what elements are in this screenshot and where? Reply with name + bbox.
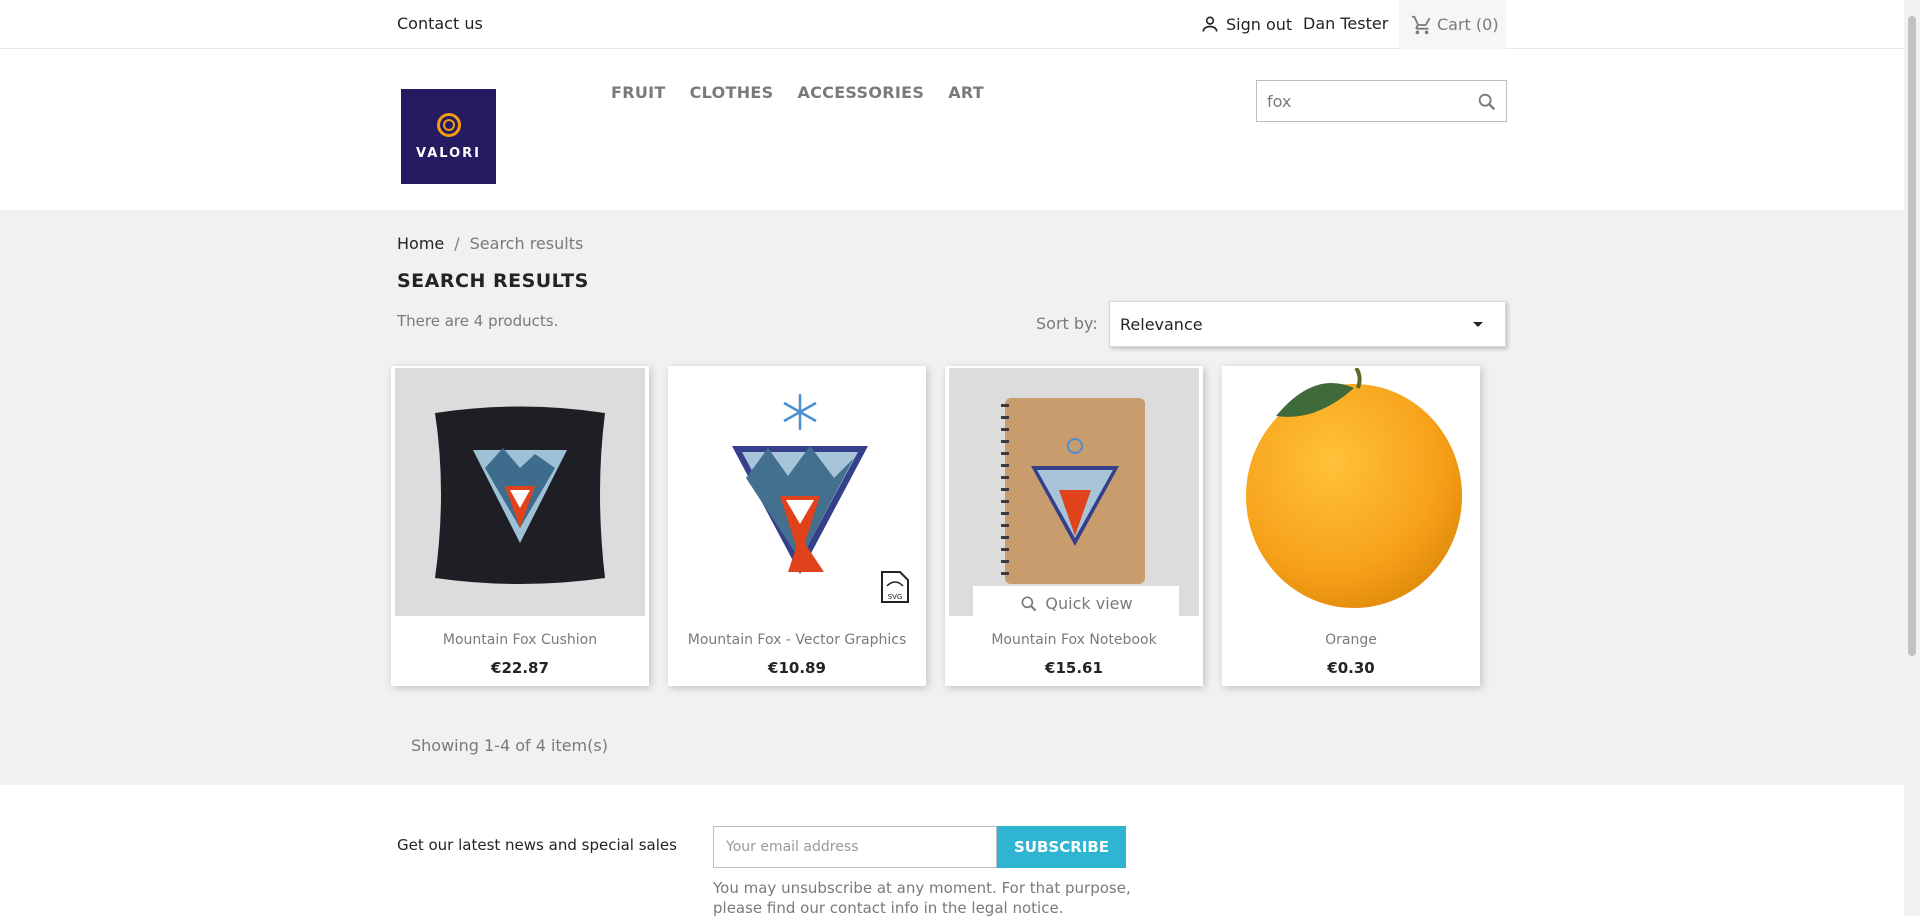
menu-item-fruit[interactable]: FRUIT [611, 83, 666, 102]
product-list: Mountain Fox Cushion €22.87 SVG Mountain… [391, 366, 1480, 686]
subscribe-button[interactable]: SUBSCRIBE [997, 826, 1126, 868]
product-price: €15.61 [1045, 659, 1103, 677]
product-image-notebook[interactable]: Quick view [949, 368, 1199, 616]
svg-text:SVG: SVG [888, 593, 903, 601]
logo-mark-icon [436, 112, 461, 137]
breadcrumb: Home / Search results [397, 234, 583, 253]
sign-out-link[interactable]: Sign out [1200, 14, 1292, 34]
top-bar: Contact us Sign out Dan Tester Cart (0) [0, 0, 1904, 49]
scrollbar-thumb[interactable] [1908, 16, 1916, 656]
sort-selected-value: Relevance [1120, 314, 1203, 334]
user-icon [1202, 16, 1218, 32]
contact-us-link[interactable]: Contact us [397, 14, 483, 33]
quick-view-label: Quick view [1045, 594, 1133, 613]
newsletter-heading: Get our latest news and special sales [397, 836, 677, 854]
search-icon [1021, 596, 1037, 611]
quick-view-button[interactable]: Quick view [973, 586, 1179, 616]
menu-item-clothes[interactable]: CLOTHES [690, 83, 774, 102]
search-input[interactable] [1257, 81, 1457, 121]
product-card[interactable]: SVG Mountain Fox - Vector Graphics €10.8… [668, 366, 926, 686]
site-header: VALORI FRUIT CLOTHES ACCESSORIES ART [0, 49, 1904, 210]
unsubscribe-note: You may unsubscribe at any moment. For t… [713, 879, 1131, 916]
product-name[interactable]: Mountain Fox Cushion [391, 632, 649, 648]
pagination-summary: Showing 1-4 of 4 item(s) [411, 736, 608, 755]
account-name-link[interactable]: Dan Tester [1303, 14, 1388, 33]
product-name[interactable]: Mountain Fox Notebook [945, 632, 1203, 648]
product-price: €10.89 [768, 659, 826, 677]
product-image-vector-graphics[interactable]: SVG [672, 368, 922, 616]
menu-item-accessories[interactable]: ACCESSORIES [797, 83, 924, 102]
breadcrumb-current: Search results [469, 234, 584, 253]
product-image-orange[interactable] [1226, 368, 1476, 616]
product-price: €0.30 [1327, 659, 1375, 677]
logo-text: VALORI [416, 145, 481, 161]
store-logo[interactable]: VALORI [401, 89, 496, 184]
product-image-cushion[interactable] [395, 368, 645, 616]
caret-down-icon [1473, 322, 1483, 327]
breadcrumb-separator: / [454, 234, 460, 253]
product-card[interactable]: Orange €0.30 [1222, 366, 1480, 686]
product-name[interactable]: Mountain Fox - Vector Graphics [668, 632, 926, 648]
sort-dropdown[interactable]: Relevance [1109, 301, 1506, 347]
page-title: SEARCH RESULTS [397, 270, 589, 292]
search-icon[interactable] [1476, 91, 1498, 113]
sign-out-label: Sign out [1226, 14, 1293, 34]
email-field[interactable]: Your email address [713, 826, 997, 868]
product-price: €22.87 [491, 659, 549, 677]
breadcrumb-home[interactable]: Home [397, 234, 444, 253]
cart-button[interactable]: Cart (0) [1399, 0, 1506, 49]
shopping-cart-icon [1411, 15, 1431, 34]
menu-item-art[interactable]: ART [948, 83, 984, 102]
sort-by-label: Sort by: [1036, 314, 1098, 333]
main-content: Home / Search results SEARCH RESULTS The… [0, 210, 1904, 785]
product-card[interactable]: Quick view Mountain Fox Notebook €15.61 [945, 366, 1203, 686]
page-scrollbar[interactable] [1904, 0, 1920, 916]
main-menu: FRUIT CLOTHES ACCESSORIES ART [611, 83, 984, 102]
search-widget [1256, 80, 1507, 122]
product-count: There are 4 products. [397, 312, 559, 330]
cart-label: Cart (0) [1437, 15, 1499, 34]
product-card[interactable]: Mountain Fox Cushion €22.87 [391, 366, 649, 686]
product-name[interactable]: Orange [1222, 632, 1480, 648]
svg-file-icon: SVG [881, 571, 909, 603]
